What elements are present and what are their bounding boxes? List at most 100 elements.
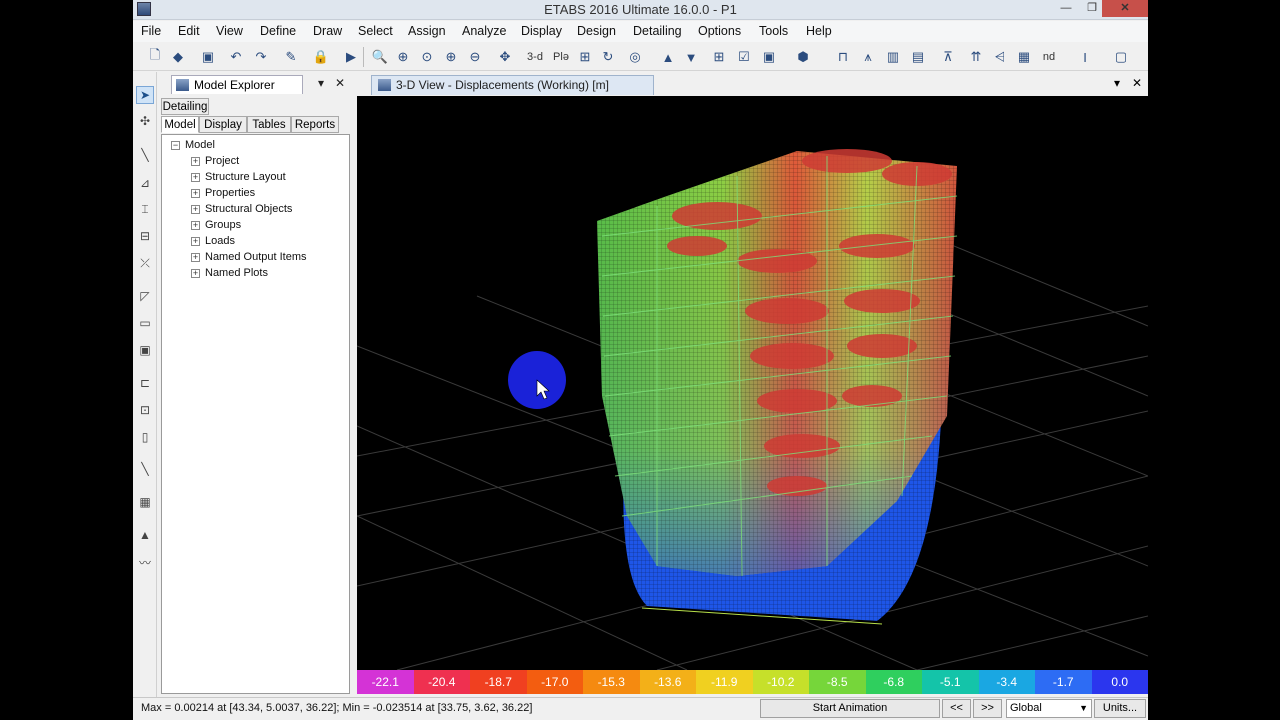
contour-icon[interactable]: ▦ [1014, 47, 1034, 67]
open-model-icon[interactable]: ◆ [168, 47, 188, 67]
mode-shape-icon[interactable]: ⩤ [990, 47, 1010, 67]
plan-view-button[interactable]: Plǝ [549, 47, 573, 67]
menu-help[interactable]: Help [806, 24, 832, 38]
expand-icon[interactable]: + [191, 156, 200, 166]
units-button[interactable]: Units... [1094, 699, 1146, 718]
tree-item-loads[interactable]: + Loads [191, 233, 235, 249]
moment-diagram-icon[interactable]: ▤ [908, 47, 928, 67]
support-icon[interactable]: ⩚ [858, 47, 878, 67]
collapse-icon[interactable]: − [171, 140, 180, 150]
view-close-icon[interactable]: ✕ [1132, 76, 1142, 90]
menu-assign[interactable]: Assign [408, 24, 446, 38]
save-icon[interactable]: ▣ [198, 47, 218, 67]
pan-icon[interactable]: ✥ [495, 47, 515, 67]
menu-analyze[interactable]: Analyze [462, 24, 506, 38]
menu-select[interactable]: Select [358, 24, 393, 38]
menu-design[interactable]: Design [577, 24, 616, 38]
show-undeformed-icon[interactable]: ▣ [759, 47, 779, 67]
draw-pen-icon[interactable]: ✎ [281, 47, 301, 67]
tree-item-named-output-items[interactable]: + Named Output Items [191, 249, 307, 265]
view-tab-3d[interactable]: 3-D View - Displacements (Working) [m] [371, 75, 654, 95]
expand-icon[interactable]: + [191, 204, 200, 214]
view-3d-button[interactable]: 3-d [523, 47, 547, 67]
draw-frame-icon[interactable]: ⊿ [136, 174, 154, 192]
undo-icon[interactable]: ↶ [226, 47, 246, 67]
select-pointer-icon[interactable]: ➤ [136, 86, 154, 104]
nd-button[interactable]: nd [1037, 47, 1061, 67]
draw-column-icon[interactable]: ⌶ [136, 200, 154, 218]
zoom-restore-icon[interactable]: ⊕ [393, 47, 413, 67]
run-analysis-icon[interactable]: ▶ [341, 47, 361, 67]
model-explorer-title[interactable]: Model Explorer [171, 75, 303, 94]
menu-tools[interactable]: Tools [759, 24, 788, 38]
view-pin-icon[interactable]: ▾ [1114, 76, 1120, 90]
rotate-icon[interactable]: ↻ [598, 47, 618, 67]
perspective-icon[interactable]: ◎ [625, 47, 645, 67]
menu-draw[interactable]: Draw [313, 24, 342, 38]
menu-display[interactable]: Display [521, 24, 562, 38]
tab-tables[interactable]: Tables [247, 116, 291, 133]
draw-beam-icon[interactable]: ⊟ [136, 227, 154, 245]
draw-wall-icon[interactable]: ⊏ [136, 374, 154, 392]
beam-icon[interactable]: ⊼ [938, 47, 958, 67]
display-options-icon[interactable]: ⬢ [793, 47, 813, 67]
draw-grid-icon[interactable]: ▦ [136, 493, 154, 511]
tree-item-properties[interactable]: + Properties [191, 185, 255, 201]
expand-icon[interactable]: + [191, 252, 200, 262]
previous-step-button[interactable]: << [942, 699, 971, 718]
new-model-icon[interactable]: 🗋 [145, 47, 165, 67]
tree-item-project[interactable]: + Project [191, 153, 239, 169]
next-step-button[interactable]: >> [973, 699, 1002, 718]
tab-display[interactable]: Display [199, 116, 247, 133]
menu-view[interactable]: View [216, 24, 243, 38]
elevation-icon[interactable]: ⊞ [575, 47, 595, 67]
tree-root[interactable]: − Model [171, 137, 215, 153]
start-animation-button[interactable]: Start Animation [760, 699, 940, 718]
section-cut-icon[interactable]: I [1075, 47, 1095, 67]
expand-icon[interactable]: + [191, 188, 200, 198]
expand-icon[interactable]: + [191, 220, 200, 230]
minimize-button[interactable]: — [1053, 0, 1079, 17]
zoom-window-icon[interactable]: 🔍 [370, 47, 390, 67]
tab-model[interactable]: Model [161, 116, 199, 133]
draw-floor-icon[interactable]: ◸ [136, 287, 154, 305]
zoom-out-icon[interactable]: ⊖ [465, 47, 485, 67]
move-up-icon[interactable]: ▲ [658, 47, 678, 67]
menu-options[interactable]: Options [698, 24, 741, 38]
frame-icon[interactable]: ⊓ [833, 47, 853, 67]
menu-detailing[interactable]: Detailing [633, 24, 682, 38]
explorer-close-icon[interactable]: ✕ [335, 76, 345, 90]
draw-line-icon[interactable]: ╲ [136, 146, 154, 164]
window-layout-icon[interactable]: ▢ [1111, 47, 1131, 67]
expand-icon[interactable]: + [191, 172, 200, 182]
draw-wall-stack-icon[interactable]: ▯ [136, 428, 154, 446]
move-down-icon[interactable]: ▼ [681, 47, 701, 67]
draw-rect-icon[interactable]: ▭ [136, 314, 154, 332]
close-button[interactable]: ✕ [1102, 0, 1148, 17]
menu-file[interactable]: File [141, 24, 161, 38]
expand-icon[interactable]: + [191, 268, 200, 278]
reshape-icon[interactable]: ✣ [136, 112, 154, 130]
redo-icon[interactable]: ↷ [251, 47, 271, 67]
object-shrink-icon[interactable]: ⊞ [709, 47, 729, 67]
zoom-in-icon[interactable]: ⊕ [441, 47, 461, 67]
model-3d-viewport[interactable] [357, 96, 1148, 670]
tab-reports[interactable]: Reports [291, 116, 339, 133]
coordinate-system-select[interactable]: Global ▼ [1006, 699, 1092, 718]
expand-icon[interactable]: + [191, 236, 200, 246]
draw-area-icon[interactable]: ▣ [136, 341, 154, 359]
tab-detailing[interactable]: Detailing [161, 98, 209, 115]
draw-link-icon[interactable]: ╲ [136, 460, 154, 478]
menu-define[interactable]: Define [260, 24, 296, 38]
draw-brace-icon[interactable]: ⤫ [136, 254, 154, 272]
select-check-icon[interactable]: ☑ [734, 47, 754, 67]
shear-diagram-icon[interactable]: ▥ [883, 47, 903, 67]
draw-tendon-icon[interactable]: 〰 [136, 553, 154, 571]
tree-item-named-plots[interactable]: + Named Plots [191, 265, 268, 281]
tree-item-groups[interactable]: + Groups [191, 217, 241, 233]
draw-dimension-icon[interactable]: ▲ [136, 526, 154, 544]
zoom-all-icon[interactable]: ⊙ [417, 47, 437, 67]
explorer-pin-icon[interactable]: ▾ [318, 76, 324, 90]
menu-edit[interactable]: Edit [178, 24, 200, 38]
deformed-icon[interactable]: ⇈ [966, 47, 986, 67]
